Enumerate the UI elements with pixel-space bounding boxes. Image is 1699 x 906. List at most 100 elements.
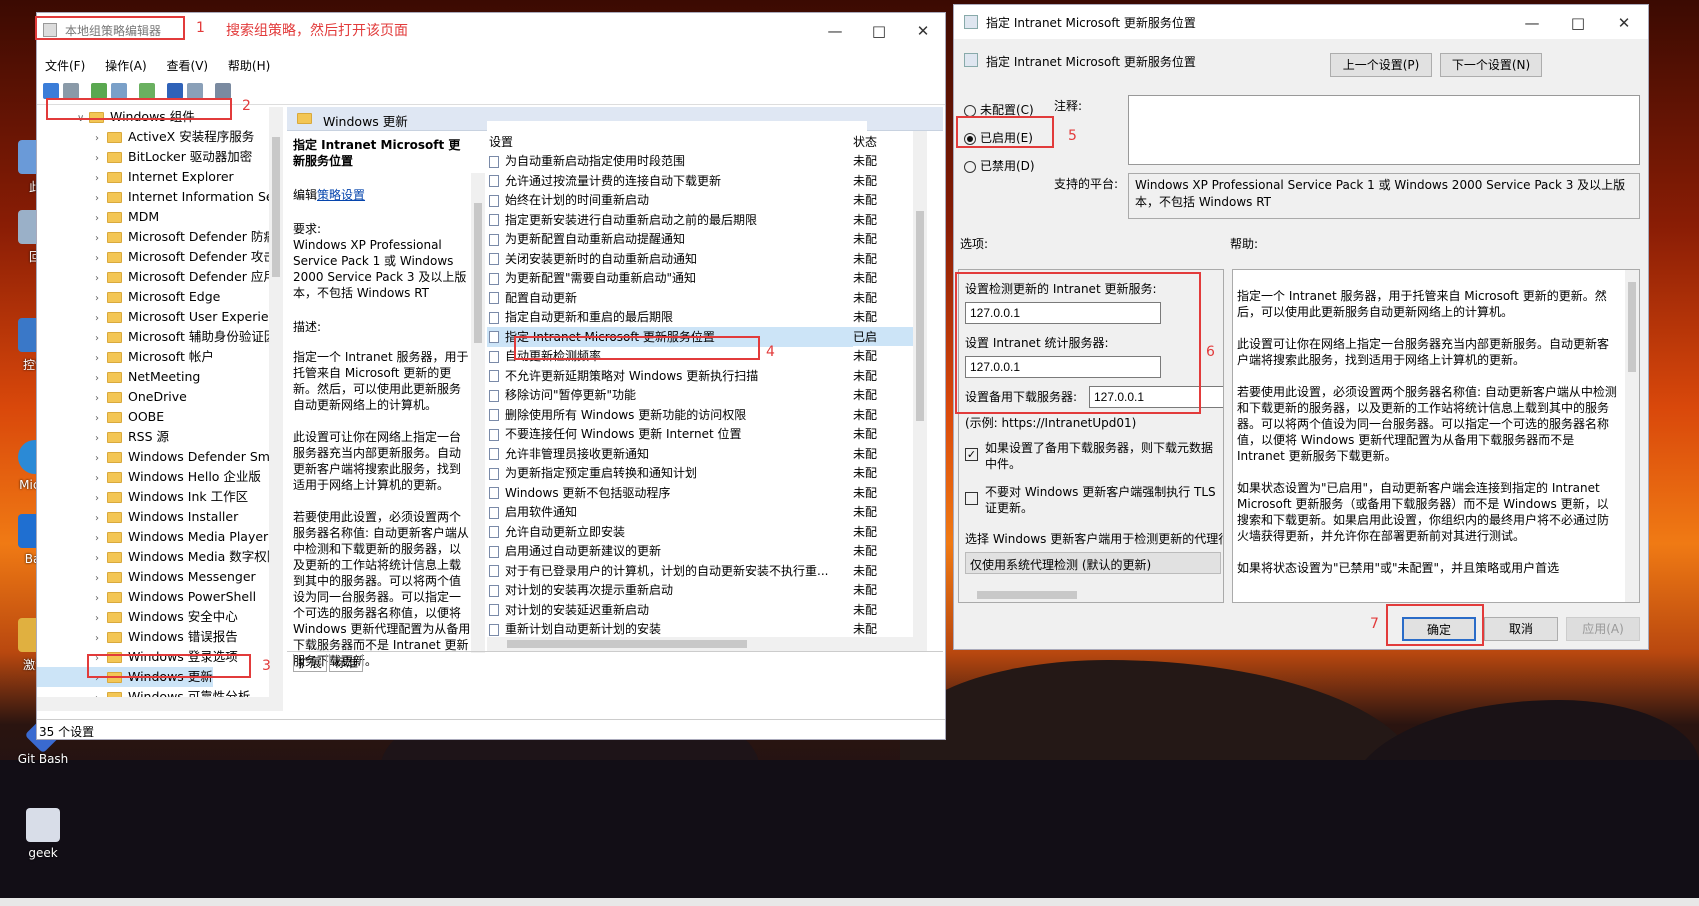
tree-item[interactable]: › Internet Explorer [37,167,234,187]
menu-file[interactable]: 文件(F) [37,55,93,76]
setting-row[interactable]: 配置自动更新 未配 [487,287,913,308]
list-vscrollbar[interactable] [913,131,927,651]
help-icon[interactable] [167,83,183,99]
apply-button[interactable]: 应用(A) [1566,617,1640,641]
setting-row[interactable]: 重新计划自动更新计划的安装 未配 [487,619,913,639]
detail-vscrollbar[interactable] [471,173,485,653]
setting-row[interactable]: 始终在计划的时间重新启动 未配 [487,190,913,210]
setting-row[interactable]: 为更新配置"需要自动重新启动"通知 未配 [487,268,913,288]
menu-help[interactable]: 帮助(H) [220,55,278,76]
chevron-right-icon[interactable]: › [95,569,107,589]
tree-item[interactable]: › Windows PowerShell [37,587,256,607]
setting-row[interactable]: 对计划的安装延迟重新启动 未配 [487,599,913,620]
chevron-right-icon[interactable]: › [95,289,107,309]
setting-row[interactable]: 允许非管理员接收更新通知 未配 [487,443,913,464]
minimize-icon[interactable]: — [825,21,845,41]
scroll-thumb[interactable] [977,591,1077,599]
comment-textarea[interactable] [1128,95,1640,165]
chevron-right-icon[interactable]: › [95,449,107,469]
tree-item[interactable]: › Internet Information Servi [37,187,283,207]
tree-item[interactable]: › Microsoft Defender 防病毒 [37,227,283,247]
forward-icon[interactable] [63,83,79,99]
tree-item[interactable]: › Windows Ink 工作区 [37,487,248,507]
scroll-thumb[interactable] [916,211,924,421]
tree-item[interactable]: › OOBE [37,407,164,427]
setting-row[interactable]: 启用软件通知 未配 [487,502,913,522]
next-setting-button[interactable]: 下一个设置(N) [1440,53,1542,77]
chevron-right-icon[interactable]: › [95,149,107,169]
menu-action[interactable]: 操作(A) [97,55,155,76]
chevron-right-icon[interactable]: › [95,329,107,349]
maximize-icon[interactable]: □ [869,21,889,41]
tree-item[interactable]: › BitLocker 驱动器加密 [37,147,252,167]
tree-item[interactable]: › Windows 错误报告 [37,627,238,647]
filter-icon[interactable] [215,83,231,99]
chevron-right-icon[interactable]: › [95,269,107,289]
tree-item[interactable]: › Windows Media Player [37,527,268,547]
setting-row[interactable]: 允许自动更新立即安装 未配 [487,521,913,542]
tree-item[interactable]: › Microsoft 辅助身份验证因素 [37,327,283,347]
setting-row[interactable]: 指定自动更新和重启的最后期限 未配 [487,307,913,327]
help-vscrollbar[interactable] [1625,270,1639,602]
show-tree-icon[interactable] [111,83,127,99]
tree-item[interactable]: › ActiveX 安装程序服务 [37,127,254,147]
tab-extended[interactable]: 扩展 [293,654,328,672]
properties-icon[interactable] [187,83,203,99]
tree-item[interactable]: › OneDrive [37,387,187,407]
setting-row[interactable]: 对于有已登录用户的计算机，计划的自动更新安装不执行重... 未配 [487,560,913,581]
chevron-right-icon[interactable]: › [95,349,107,369]
tree-item[interactable]: › NetMeeting [37,367,200,387]
chevron-right-icon[interactable]: › [95,409,107,429]
opt-check2[interactable]: 不要对 Windows 更新客户端强制执行 TLS 证更新。 [965,484,1221,516]
edit-policy-link[interactable]: 策略设置 [317,188,365,202]
tree-hscrollbar[interactable] [37,697,283,711]
cancel-button[interactable]: 取消 [1484,617,1558,641]
chevron-right-icon[interactable]: › [95,489,107,509]
chevron-right-icon[interactable]: › [95,389,107,409]
chevron-right-icon[interactable]: › [95,169,107,189]
setting-row[interactable]: 移除访问"暂停更新"功能 未配 [487,385,913,405]
export-icon[interactable] [139,83,155,99]
chevron-right-icon[interactable]: › [95,309,107,329]
tree-vscrollbar[interactable] [269,107,283,697]
options-hscrollbar[interactable] [959,588,1223,602]
menu-view[interactable]: 查看(V) [159,55,217,76]
setting-row[interactable]: 删除使用所有 Windows 更新功能的访问权限 未配 [487,404,913,425]
scroll-thumb[interactable] [272,137,280,277]
setting-row[interactable]: 为更新指定预定重启转换和通知计划 未配 [487,463,913,483]
scroll-thumb[interactable] [474,203,482,343]
close-icon[interactable]: ✕ [1614,13,1634,33]
chevron-right-icon[interactable]: › [95,469,107,489]
chevron-right-icon[interactable]: › [95,589,107,609]
col-state-header[interactable]: 状态 [853,131,913,151]
chevron-right-icon[interactable]: › [95,429,107,449]
close-icon[interactable]: ✕ [913,21,933,41]
tree-item[interactable]: › Windows Defender Smart [37,447,283,467]
tree-item[interactable]: › Windows Installer [37,507,238,527]
tree-item[interactable]: › Windows Media 数字权限管 [37,547,283,567]
setting-row[interactable]: 不要连接任何 Windows 更新 Internet 位置 未配 [487,424,913,444]
tree-item[interactable]: › Microsoft Defender 攻击防 [37,247,283,267]
setting-row[interactable]: Windows 更新不包括驱动程序 未配 [487,482,913,503]
chevron-right-icon[interactable]: › [95,629,107,649]
tree-item[interactable]: › Microsoft User Experienc [37,307,283,327]
desktop-icon-geek[interactable]: geek [8,808,78,860]
list-hscrollbar[interactable] [487,637,913,651]
setting-row[interactable]: 为更新配置自动重新启动提醒通知 未配 [487,229,913,249]
setting-row[interactable]: 指定更新安装进行自动重新启动之前的最后期限 未配 [487,209,913,230]
tree-item[interactable]: › Windows Messenger [37,567,256,587]
opt-check1[interactable]: ✓ 如果设置了备用下载服务器，则下载元数据中件。 [965,440,1221,472]
maximize-icon[interactable]: □ [1568,13,1588,33]
chevron-right-icon[interactable]: › [95,549,107,569]
minimize-icon[interactable]: — [1522,13,1542,33]
tree-item[interactable]: › RSS 源 [37,427,169,447]
chevron-right-icon[interactable]: › [95,529,107,549]
chevron-right-icon[interactable]: › [95,369,107,389]
up-folder-icon[interactable] [91,83,107,99]
setting-row[interactable]: 对计划的安装再次提示重新启动 未配 [487,580,913,600]
setting-row[interactable]: 启用通过自动更新建议的更新 未配 [487,541,913,561]
scroll-thumb[interactable] [1628,282,1636,372]
col-setting[interactable]: 设置 [489,133,513,150]
tree-item[interactable]: › Microsoft Defender 应用程 [37,267,283,287]
chevron-right-icon[interactable]: › [95,609,107,629]
